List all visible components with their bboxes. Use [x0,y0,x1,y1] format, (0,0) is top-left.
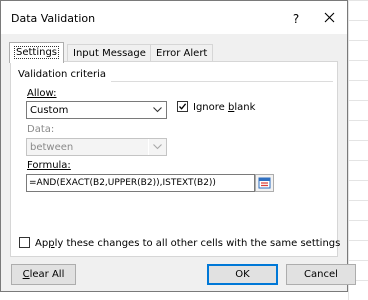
ignore-blank-label-pre: Ignore [193,102,228,113]
section-divider [111,81,333,82]
tab-input-message-label: Input Message [73,48,146,59]
settings-panel [10,61,338,257]
apply-to-all-label-pre: Ap [35,238,49,249]
tab-error-alert-label: Error Alert [156,48,208,59]
close-icon [324,12,334,22]
range-select-icon [258,177,271,189]
ok-button[interactable]: OK [207,264,278,285]
formula-label: Formula: [27,160,71,171]
apply-to-all-label-post: ly these changes to all other cells with… [54,238,341,249]
spreadsheet-grid-background [348,0,368,300]
allow-label: Allow: [27,88,57,99]
tab-settings-label: Settings [13,46,60,59]
help-button[interactable]: ? [282,8,310,30]
dialog-title: Data Validation [11,12,96,25]
ignore-blank-checkbox[interactable] [177,101,188,112]
data-label: Data: [27,124,55,135]
chevron-down-icon [153,107,162,113]
title-bar[interactable]: Data Validation ? [1,1,347,34]
ignore-blank-label[interactable]: Ignore blank [193,102,255,113]
clear-all-key: C [22,269,30,280]
collapse-dialog-button[interactable] [255,174,274,192]
tab-settings[interactable]: Settings [9,42,65,63]
data-dropdown-value: between [30,142,74,153]
clear-all-rest: lear All [29,269,65,280]
data-validation-dialog: Data Validation ? Settings Input Message… [0,0,356,292]
chevron-down-icon [153,144,162,150]
checkmark-icon [179,103,187,110]
allow-dropdown[interactable]: Custom [26,101,167,119]
formula-input-value: =AND(EXACT(B2,UPPER(B2)),ISTEXT(B2)) [29,178,216,188]
data-dropdown: between [26,138,167,156]
allow-dropdown-toggle[interactable] [148,102,166,118]
clear-all-button[interactable]: Clear All [11,264,76,285]
ignore-blank-label-post: lank [234,102,256,113]
close-button[interactable] [312,6,346,30]
apply-to-all-label[interactable]: Apply these changes to all other cells w… [35,238,340,249]
validation-criteria-heading: Validation criteria [18,69,107,80]
allow-dropdown-value: Custom [30,105,69,116]
tab-input-message[interactable]: Input Message [67,44,152,62]
cancel-button[interactable]: Cancel [286,264,356,285]
data-dropdown-toggle [148,139,166,155]
tab-error-alert[interactable]: Error Alert [150,44,214,62]
formula-input[interactable]: =AND(EXACT(B2,UPPER(B2)),ISTEXT(B2)) [26,174,255,192]
apply-to-all-checkbox[interactable] [19,237,30,248]
